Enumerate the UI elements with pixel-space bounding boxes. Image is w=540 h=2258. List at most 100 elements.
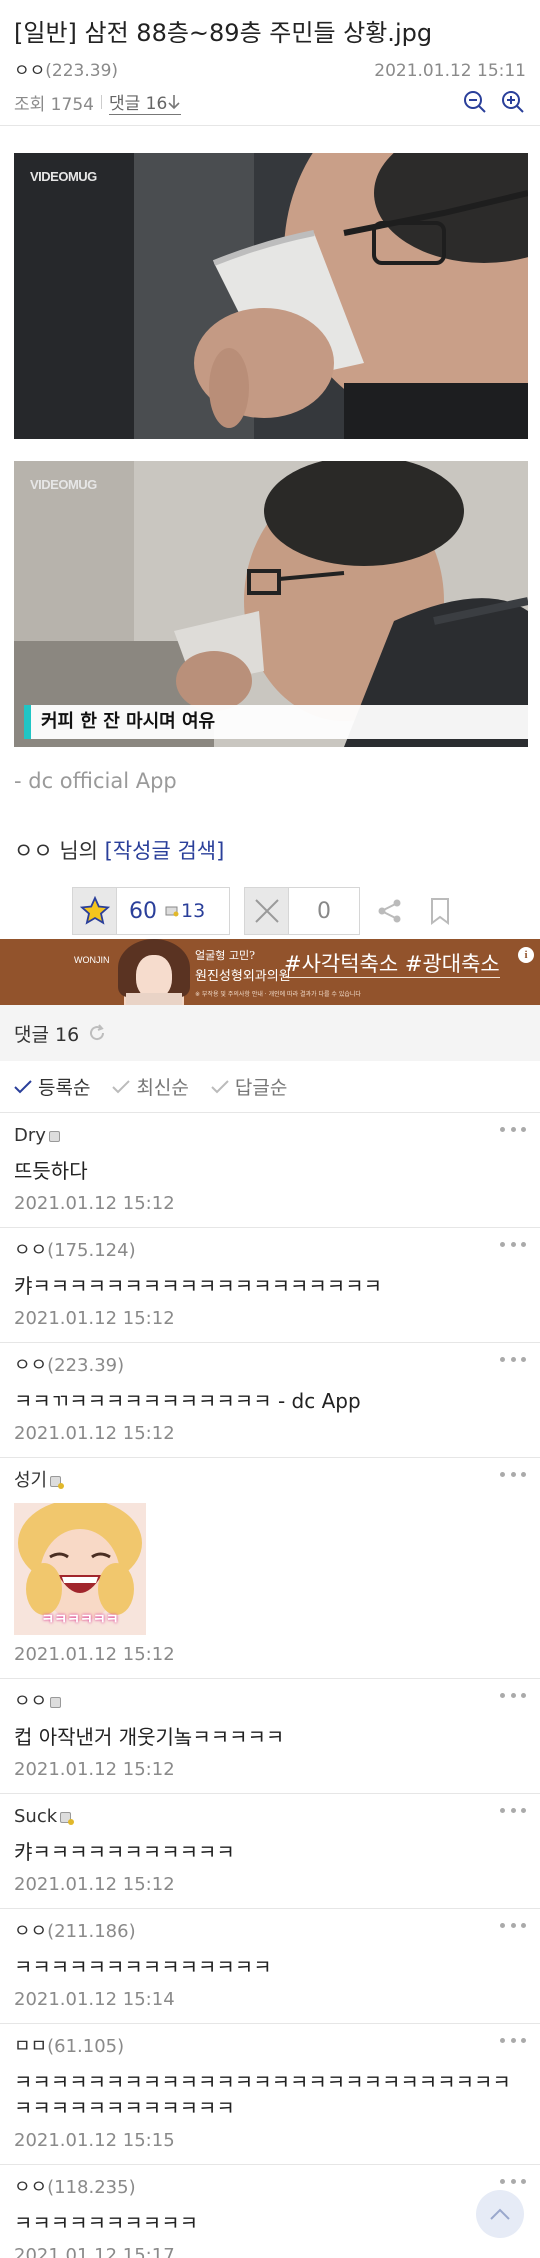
comment-date: 2021.01.12 15:12: [14, 1644, 175, 1665]
more-options-icon[interactable]: [500, 1472, 526, 1478]
not-recommend-button[interactable]: 0: [244, 887, 360, 935]
comment-count-label: 댓글 16: [14, 1023, 80, 1046]
comment-item: Dry 뜨듯하다 2021.01.12 15:12: [0, 1113, 540, 1228]
sort-tab-latest[interactable]: 최신순: [112, 1073, 189, 1100]
comment-item: ㅇㅇ 컵 아작낸거 개웃기놐ㅋㅋㅋㅋㅋ 2021.01.12 15:12: [0, 1679, 540, 1794]
ad-info-icon[interactable]: i: [518, 947, 534, 963]
post-content: VIDEOMUG VIDEOMUG 커피 한 잔 마시며 여유 - dc off…: [0, 126, 540, 793]
fixed-recommend-count: 13: [181, 900, 206, 922]
comment-text: 캬ㅋㅋㅋㅋㅋㅋㅋㅋㅋㅋㅋㅋㅋㅋㅋㅋㅋㅋㅋ: [14, 1274, 382, 1298]
bookmark-icon[interactable]: [428, 897, 452, 925]
member-badge-icon: [50, 1696, 62, 1708]
post-title: [일반] 삼전 88층~89층 주민들 상황.jpg: [14, 19, 433, 47]
post-image-2[interactable]: VIDEOMUG 커피 한 잔 마시며 여유: [14, 461, 528, 747]
more-options-icon[interactable]: [500, 1923, 526, 1929]
comment-ip: (175.124): [47, 1240, 136, 1261]
star-icon: [79, 896, 110, 925]
more-options-icon[interactable]: [500, 1242, 526, 1248]
more-options-icon[interactable]: [500, 2038, 526, 2044]
image-watermark-2: VIDEOMUG: [30, 477, 97, 492]
comment-ip: (223.39): [47, 1355, 125, 1376]
comment-ip: (118.235): [47, 2177, 136, 2198]
scroll-top-button[interactable]: [476, 2190, 524, 2238]
chevron-up-icon: [490, 2208, 510, 2220]
sort-tab-replies[interactable]: 답글순: [211, 1073, 287, 1100]
view-count: 조회 1754: [14, 94, 94, 115]
ad-hashtags: #사각턱축소 #광대축소: [284, 952, 500, 978]
image-caption: 커피 한 잔 마시며 여유: [24, 705, 528, 739]
comment-text: ㅋㅋㅋㅋㅋㅋㅋㅋㅋㅋ: [14, 2211, 198, 2235]
comment-text: ㅋㅋㅋㅋㅋㅋㅋㅋㅋㅋㅋㅋㅋㅋ: [14, 1955, 272, 1979]
comment-text: 컵 아작낸거 개웃기놐ㅋㅋㅋㅋㅋ: [14, 1725, 285, 1749]
post-author[interactable]: ㅇㅇ: [14, 61, 45, 81]
check-icon: [211, 1079, 229, 1093]
comment-author[interactable]: ㅁㅁ: [14, 2035, 47, 2059]
x-icon: [254, 899, 279, 923]
comment-date: 2021.01.12 15:17: [14, 2245, 175, 2258]
comment-author[interactable]: Dry: [14, 1124, 46, 1148]
comment-text: 뜨듯하다: [14, 1159, 88, 1183]
reply-count-link[interactable]: 댓글 16: [108, 89, 182, 115]
arrow-down-icon: [168, 94, 180, 109]
comment-sort-tabs: 등록순 최신순 답글순: [0, 1061, 540, 1113]
sort-tab-registered[interactable]: 등록순: [14, 1073, 90, 1100]
post-header: [일반] 삼전 88층~89층 주민들 상황.jpg ㅇㅇ(223.39) 20…: [0, 0, 540, 126]
author-search-prefix: ㅇㅇ 님의: [14, 839, 105, 863]
comment-date: 2021.01.12 15:12: [14, 1308, 175, 1329]
comment-item: ㅇㅇ (118.235) ㅋㅋㅋㅋㅋㅋㅋㅋㅋㅋ 2021.01.12 15:17: [0, 2165, 540, 2258]
comment-date: 2021.01.12 15:12: [14, 1759, 175, 1780]
check-icon: [14, 1079, 32, 1093]
sort-tab-label: 최신순: [136, 1077, 189, 1099]
comment-ip: (61.105): [47, 2036, 125, 2057]
post-stats: 조회 1754 댓글 16: [14, 89, 526, 115]
more-options-icon[interactable]: [500, 1693, 526, 1699]
more-options-icon[interactable]: [500, 1127, 526, 1133]
comment-ip: (211.186): [47, 1921, 136, 1942]
ad-copy-question: 얼굴형 고민?: [195, 949, 255, 962]
more-options-icon[interactable]: [500, 1357, 526, 1363]
recommend-count: 60: [129, 898, 157, 924]
share-icon[interactable]: [376, 897, 404, 925]
ad-copy-clinic: 원진성형외과의원: [195, 969, 291, 984]
recommend-button[interactable]: 60 13: [72, 887, 230, 935]
author-search-link[interactable]: [작성글 검색]: [105, 839, 225, 863]
comment-author[interactable]: ㅇㅇ: [14, 2176, 47, 2200]
comment-author[interactable]: ㅇㅇ: [14, 1239, 47, 1263]
zoom-out-icon[interactable]: [462, 89, 488, 115]
comment-item: Suck 캬ㅋㅋㅋㅋㅋㅋㅋㅋㅋㅋㅋ 2021.01.12 15:12: [0, 1794, 540, 1909]
ad-brand: WONJIN: [74, 955, 110, 965]
ad-banner[interactable]: WONJIN 얼굴형 고민? 원진성형외과의원 #사각턱축소 #광대축소 ※ 부…: [0, 939, 540, 1005]
sort-tab-label: 등록순: [38, 1077, 91, 1099]
comment-date: 2021.01.12 15:12: [14, 1423, 175, 1444]
comment-author[interactable]: 성기: [14, 1469, 47, 1493]
comment-sticker-image: ㅋㅋㅋㅋㅋㅋ: [14, 1503, 146, 1635]
author-search: ㅇㅇ 님의 [작성글 검색]: [0, 835, 540, 865]
zoom-in-icon[interactable]: [500, 89, 526, 115]
app-signature: - dc official App: [14, 769, 177, 793]
not-recommend-icon-box: [245, 888, 289, 934]
comment-author[interactable]: ㅇㅇ: [14, 1920, 47, 1944]
not-recommend-count: 0: [317, 898, 331, 924]
comment-list: Dry 뜨듯하다 2021.01.12 15:12 ㅇㅇ (175.124) 캬ㅋ…: [0, 1113, 540, 2258]
ad-model-image: [118, 939, 190, 1005]
comment-item: ㅇㅇ (223.39) ㅋㅋㄲㅋㅋㅋㅋㅋㅋㅋㅋㅋㅋㅋ - dc App 2021.…: [0, 1343, 540, 1458]
post-image-1[interactable]: VIDEOMUG: [14, 153, 528, 439]
recommend-icon-box: [73, 888, 117, 934]
fixed-recommend: 13: [165, 888, 205, 934]
image-watermark: VIDEOMUG: [30, 169, 97, 184]
comment-author[interactable]: ㅇㅇ: [14, 1690, 47, 1714]
comment-item: ㅇㅇ (211.186) ㅋㅋㅋㅋㅋㅋㅋㅋㅋㅋㅋㅋㅋㅋ 2021.01.12 15…: [0, 1909, 540, 2024]
reply-count-label: 댓글 16: [108, 94, 168, 114]
comment-text: ㅋㅋㅋㅋㅋㅋㅋㅋㅋㅋㅋㅋㅋㅋㅋㅋㅋㅋㅋㅋㅋㅋㅋㅋㅋㅋㅋㅋㅋㅋㅋㅋㅋㅋㅋㅋㅋㅋㅋ: [14, 2070, 511, 2120]
fixed-member-badge-icon: [50, 1475, 65, 1489]
comment-author[interactable]: Suck: [14, 1805, 57, 1829]
refresh-icon[interactable]: [87, 1023, 107, 1043]
more-options-icon[interactable]: [500, 1808, 526, 1814]
more-options-icon[interactable]: [500, 2179, 526, 2185]
comment-header: 댓글 16: [0, 1005, 540, 1061]
vote-row: 60 13 0: [0, 887, 540, 935]
comment-author[interactable]: ㅇㅇ: [14, 1354, 47, 1378]
comment-date: 2021.01.12 15:12: [14, 1874, 175, 1895]
ad-fine-print: ※ 부작용 및 주의사항 안내 · 개인에 따라 결과가 다를 수 있습니다: [195, 991, 361, 998]
comment-date: 2021.01.12 15:15: [14, 2130, 175, 2151]
